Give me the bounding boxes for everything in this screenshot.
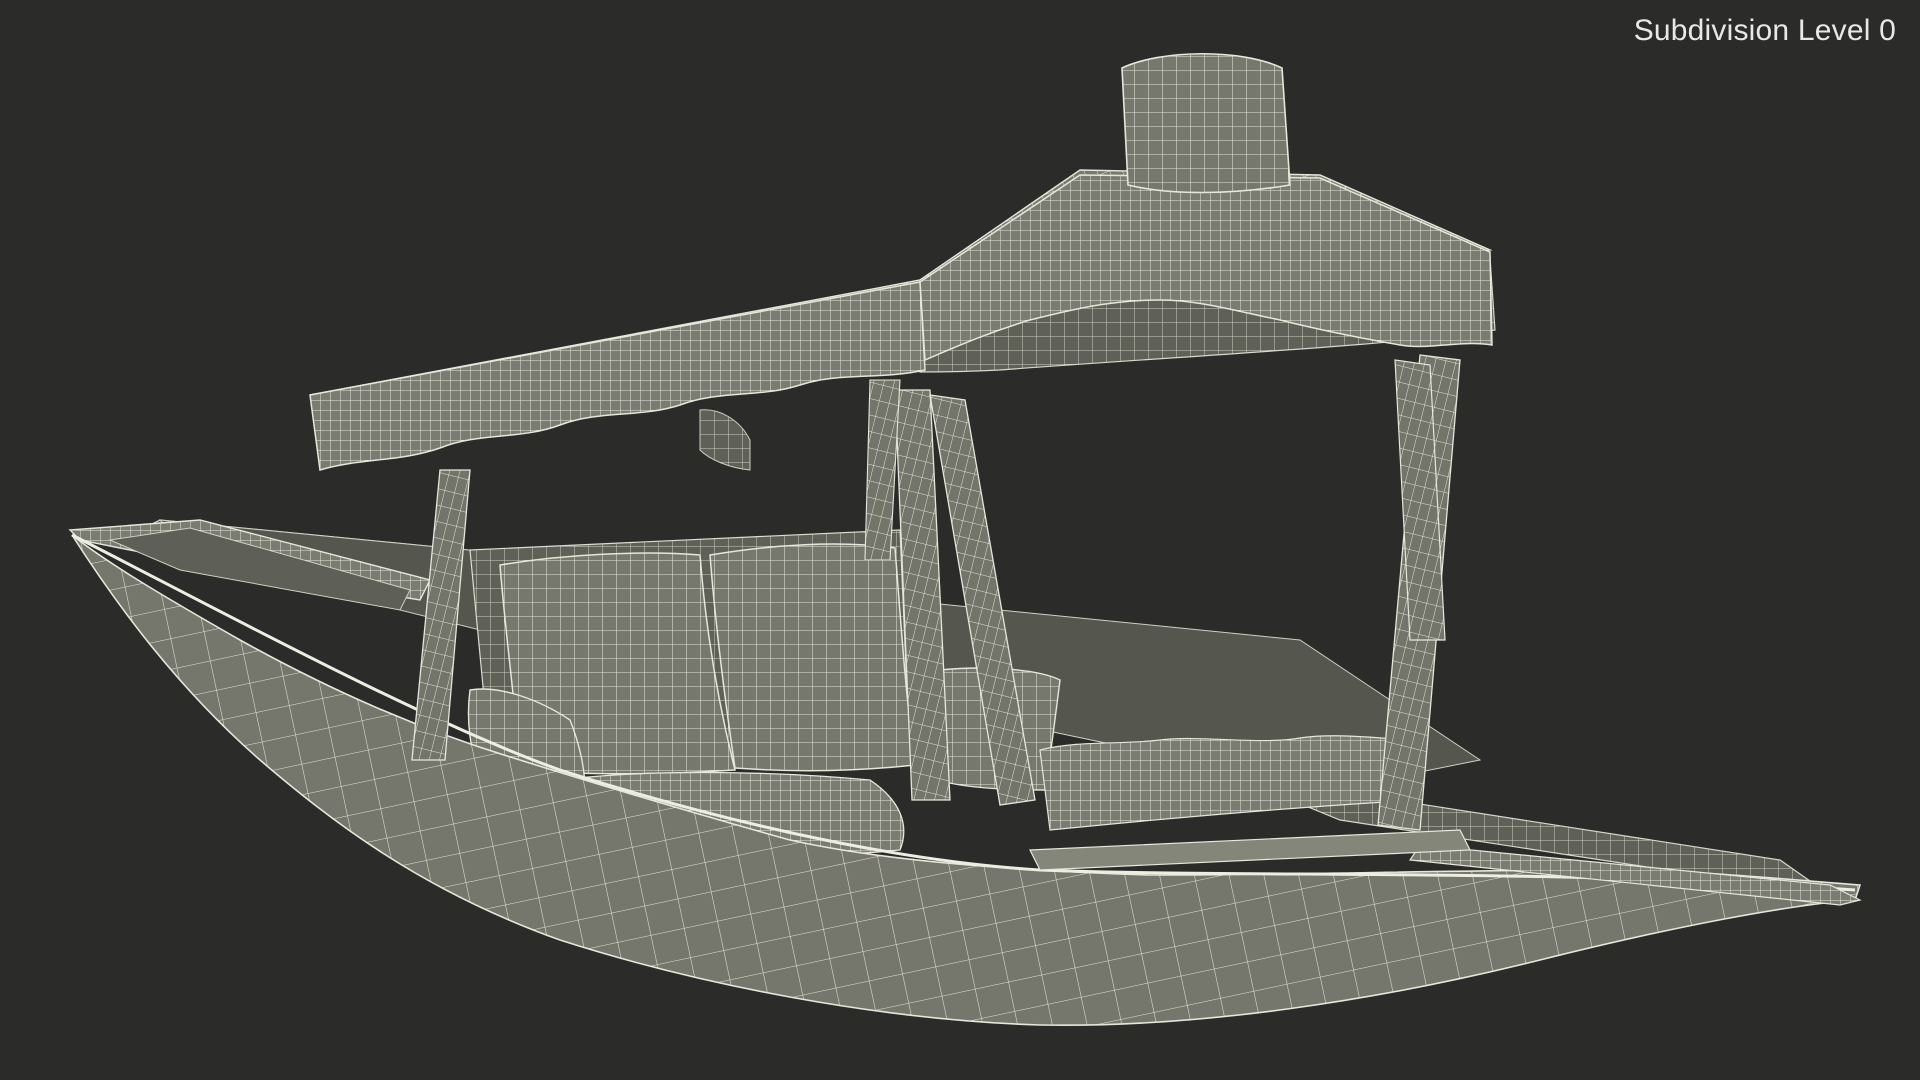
subdivision-level-label: Subdivision Level 0 <box>1633 14 1896 47</box>
render-viewport: Subdivision Level 0 <box>0 0 1920 1080</box>
canopy-back-board <box>1121 52 1291 194</box>
boat-wireframe-render <box>68 52 1862 1027</box>
